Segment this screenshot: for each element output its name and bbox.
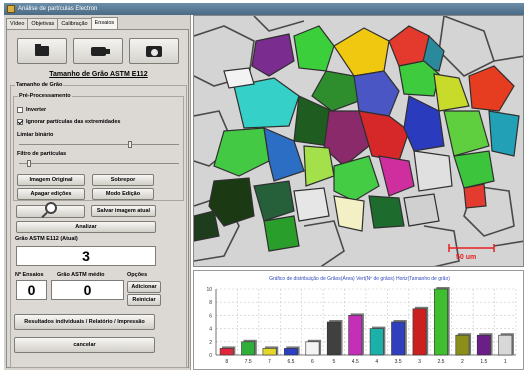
bar-2 [455, 334, 470, 356]
clear-edits-button[interactable]: Apagar edições [17, 188, 85, 200]
invert-checkbox[interactable]: Inverter [17, 107, 46, 113]
y-tick-label: 8 [209, 300, 212, 306]
add-button[interactable]: Adicionar [127, 281, 161, 293]
x-tick-label: 7 [268, 359, 271, 365]
x-tick-label: 1 [504, 359, 507, 365]
overlay-button[interactable]: Sobrepor [92, 174, 154, 186]
current-grain-value: 3 [16, 246, 156, 266]
x-tick-label: 4 [375, 359, 378, 365]
distribution-chart: Gráfico de distribuição de Grãos(Área) V… [193, 270, 524, 370]
section-title: Tamanho de Grão ASTM E112 [49, 71, 148, 78]
x-tick-label: 6 [311, 359, 314, 365]
x-tick-label: 3 [418, 359, 421, 365]
mean-grain-value: 0 [51, 280, 124, 300]
open-file-button[interactable] [17, 38, 67, 64]
tab-content: Tamanho de Grão ASTM E112 Tamanho de Grã… [6, 29, 189, 368]
title-bar: Análise de partículas Electron [4, 3, 524, 15]
x-tick-label: 1.5 [480, 359, 487, 365]
grain-micrograph [194, 16, 523, 266]
bar-4 [369, 328, 384, 356]
x-tick-label: 4.5 [352, 359, 359, 365]
invert-checkbox-label: Inverter [26, 107, 47, 113]
tests-count-value: 0 [16, 280, 47, 300]
app-icon [7, 5, 15, 13]
bar-1 [498, 334, 513, 356]
ignore-edges-checkbox[interactable]: Ignorar partículas das extremidades [17, 119, 120, 125]
x-tick-label: 3.5 [395, 359, 402, 365]
tab-objectives[interactable]: Objetivas [27, 18, 59, 29]
video-camera-icon [90, 46, 110, 56]
grain-size-group: Tamanho de Grão Pré-Processamento Invert… [10, 82, 187, 368]
x-tick-label: 6.5 [288, 359, 295, 365]
x-tick-label: 7.5 [245, 359, 252, 365]
tab-video[interactable]: Vídeo [6, 18, 29, 29]
app-window: Análise de partículas Electron Vídeo Obj… [0, 0, 529, 371]
preprocess-group-label: Pré-Processamento [18, 93, 72, 100]
tab-bar: Vídeo Objetivas Calibração Ensaios [6, 17, 119, 29]
save-image-button[interactable]: Salvar imagem atual [91, 205, 156, 217]
threshold-slider-thumb[interactable] [128, 141, 133, 148]
x-tick-label: 5 [332, 359, 335, 365]
bar-2.5 [434, 288, 448, 356]
filter-label: Filtro de partículas [17, 151, 67, 157]
zoom-button[interactable] [16, 202, 85, 218]
current-grain-label: Grão ASTM E112 (Atual) [15, 236, 78, 242]
magnifier-icon [45, 202, 57, 214]
y-tick-label: 10 [206, 287, 212, 293]
report-button[interactable]: Resultados individuais / Relatório / Imp… [14, 314, 155, 330]
chart-plot: 0 2 4 6 8 10 8 7.5 7 6.5 6 5 4.5 4 3.5 3 2.5 2 1.5 1 [206, 287, 517, 365]
bar-6.5 [284, 348, 298, 356]
y-tick-label: 0 [209, 353, 212, 359]
bar-7.5 [241, 341, 256, 356]
tab-calibration[interactable]: Calibração [57, 18, 92, 29]
preprocess-group: Pré-Processamento Inverter Ignorar partí… [13, 93, 184, 201]
bar-1.5 [476, 334, 491, 356]
x-tick-label: 2.5 [438, 359, 445, 365]
filter-slider-thumb[interactable] [26, 160, 31, 167]
bar-3.5 [391, 321, 406, 356]
reset-button[interactable]: Reiniciar [127, 294, 161, 306]
invert-checkbox-box[interactable] [17, 107, 23, 113]
y-tick-label: 2 [209, 340, 212, 346]
mean-grain-label: Grão ASTM médio [57, 272, 105, 278]
options-label: Opções [127, 272, 148, 278]
tests-count-label: Nº Ensaios [15, 272, 44, 278]
grain-size-group-label: Tamanho de Grão [15, 82, 64, 89]
window-title: Análise de partículas Electron [18, 6, 98, 12]
original-image-button[interactable]: Imagem Original [17, 174, 85, 186]
ignore-edges-checkbox-label: Ignorar partículas das extremidades [26, 119, 121, 125]
capture-button[interactable] [129, 38, 179, 64]
bar-3 [412, 308, 427, 356]
bar-5 [326, 321, 341, 356]
video-button[interactable] [73, 38, 123, 64]
x-tick-label: 8 [225, 359, 228, 365]
edit-mode-button[interactable]: Modo Edição [92, 188, 154, 200]
scale-bar-label: 50 um [456, 254, 477, 261]
threshold-slider-track[interactable] [19, 144, 179, 145]
filter-slider-track[interactable] [19, 163, 179, 164]
x-tick-label: 2 [461, 359, 464, 365]
y-tick-label: 4 [209, 327, 212, 333]
control-panel: Vídeo Objetivas Calibração Ensaios Taman… [4, 15, 191, 370]
tab-tests[interactable]: Ensaios [90, 17, 119, 29]
ignore-edges-checkbox-box[interactable] [17, 119, 23, 125]
folder-icon [35, 44, 49, 56]
micrograph-view[interactable]: 50 um [193, 15, 524, 267]
bar-6 [305, 341, 320, 356]
bar-7 [262, 348, 277, 356]
camera-icon [146, 45, 162, 57]
y-tick-label: 6 [209, 313, 212, 319]
analyze-button[interactable]: Analizar [16, 221, 156, 233]
bar-4.5 [348, 315, 363, 356]
threshold-label: Limiar binário [17, 132, 54, 138]
bar-8 [219, 348, 234, 356]
cancel-button[interactable]: cancelar [14, 337, 155, 353]
